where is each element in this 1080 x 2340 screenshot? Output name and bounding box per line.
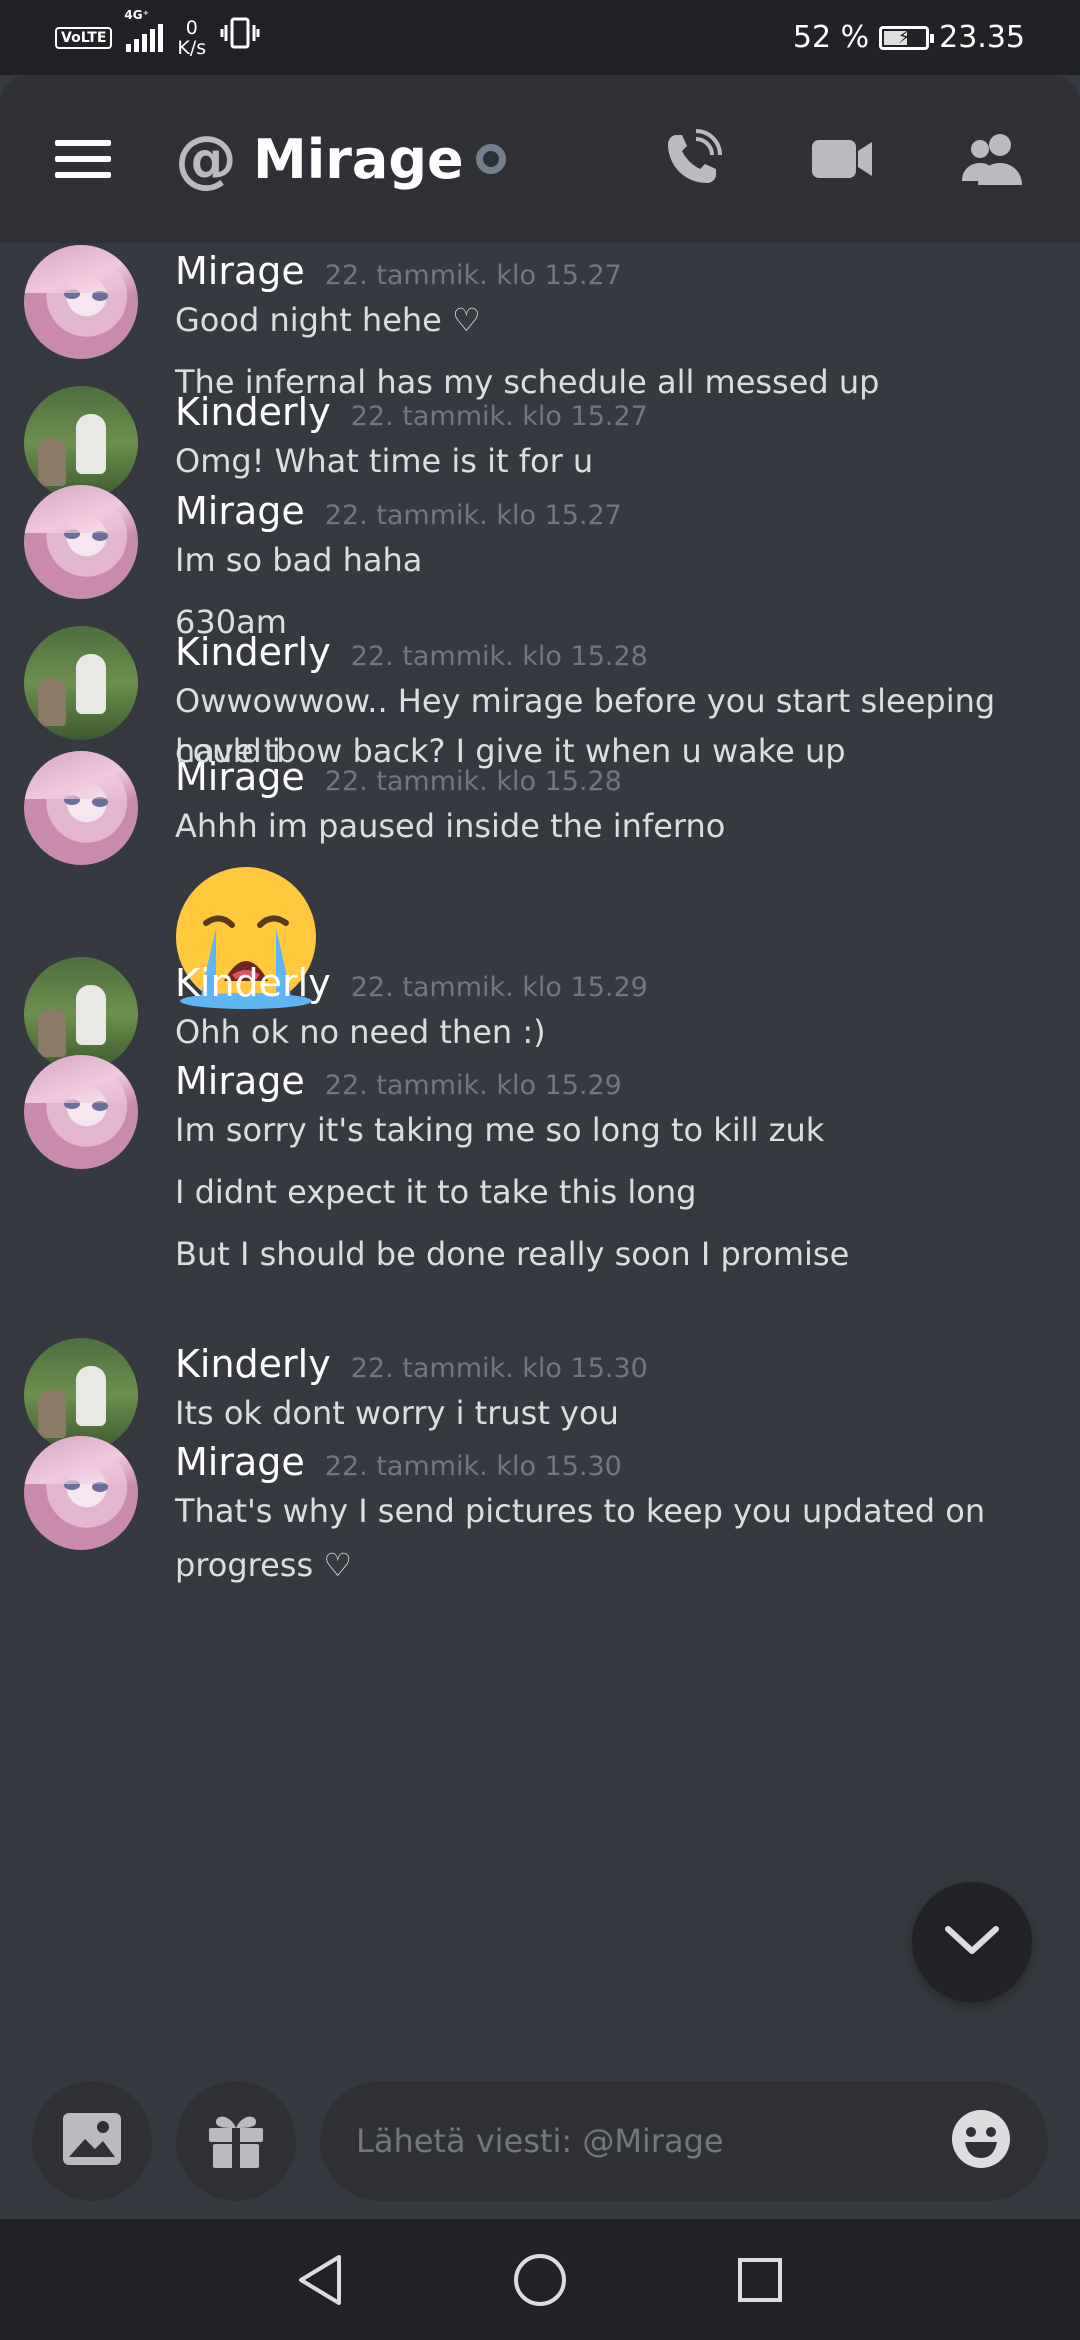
avatar[interactable] xyxy=(24,245,138,359)
battery-icon: ⚡ xyxy=(879,25,935,50)
avatar[interactable] xyxy=(24,626,138,740)
message-timestamp: 22. tammik. klo 15.28 xyxy=(324,766,622,797)
message-author[interactable]: Mirage xyxy=(175,249,305,293)
avatar[interactable] xyxy=(24,1338,138,1452)
message-text[interactable]: Im sorry it's taking me so long to kill … xyxy=(175,1105,1055,1155)
message-input[interactable] xyxy=(356,2122,950,2160)
battery-percent: 52 % xyxy=(792,20,870,55)
avatar[interactable] xyxy=(24,957,138,1071)
message-author[interactable]: Kinderly xyxy=(175,630,331,674)
volte-indicator: VoLTE xyxy=(55,26,113,49)
status-bar: VoLTE 4G⁺ 0 K/s 52 % ⚡ 23.35 xyxy=(0,0,1080,75)
avatar[interactable] xyxy=(24,1436,138,1550)
video-icon[interactable] xyxy=(809,126,875,192)
status-dot xyxy=(475,144,506,174)
message-author[interactable]: Kinderly xyxy=(175,961,331,1005)
message-timestamp: 22. tammik. klo 15.27 xyxy=(350,401,648,432)
message-text[interactable]: Good night hehe ♡ xyxy=(175,295,1055,345)
message-meta: Kinderly 22. tammik. klo 15.30 xyxy=(175,1342,648,1386)
signal-icon: 4G⁺ xyxy=(124,8,164,52)
message-text[interactable]: Omg! What time is it for u xyxy=(175,436,1055,486)
message-timestamp: 22. tammik. klo 15.29 xyxy=(324,1070,622,1101)
avatar[interactable] xyxy=(24,751,138,865)
gift-button[interactable] xyxy=(176,2081,296,2201)
message-timestamp: 22. tammik. klo 15.29 xyxy=(350,972,648,1003)
network-type: 4G⁺ xyxy=(124,7,149,22)
menu-icon[interactable] xyxy=(55,140,111,178)
home-icon[interactable] xyxy=(510,2250,570,2310)
message-meta: Kinderly 22. tammik. klo 15.29 xyxy=(175,961,648,1005)
at-icon: @ xyxy=(175,122,237,195)
scroll-to-bottom-button[interactable] xyxy=(912,1882,1032,2002)
members-icon[interactable] xyxy=(959,126,1025,192)
message-meta: Mirage 22. tammik. klo 15.28 xyxy=(175,755,622,799)
message-text[interactable]: Ahhh im paused inside the inferno xyxy=(175,801,1055,851)
image-icon xyxy=(61,2111,123,2171)
message-timestamp: 22. tammik. klo 15.27 xyxy=(324,500,622,531)
message-timestamp: 22. tammik. klo 15.27 xyxy=(324,260,622,291)
message-author[interactable]: Mirage xyxy=(175,489,305,533)
vibrate-icon xyxy=(220,15,260,60)
message-author[interactable]: Mirage xyxy=(175,755,305,799)
message-text[interactable]: progress ♡ xyxy=(175,1540,1055,1590)
attach-image-button[interactable] xyxy=(32,2081,152,2201)
message-composer xyxy=(0,2063,1080,2219)
network-speed: 0 K/s xyxy=(177,18,206,58)
header-actions xyxy=(659,126,1025,192)
message-meta: Kinderly 22. tammik. klo 15.27 xyxy=(175,390,648,434)
avatar[interactable] xyxy=(24,1055,138,1169)
message-author[interactable]: Mirage xyxy=(175,1059,305,1103)
system-navigation-bar xyxy=(0,2219,1080,2340)
gift-icon xyxy=(205,2108,267,2174)
message-text[interactable]: That's why I send pictures to keep you u… xyxy=(175,1486,1055,1536)
message-meta: Mirage 22. tammik. klo 15.29 xyxy=(175,1059,622,1103)
avatar[interactable] xyxy=(24,485,138,599)
network-speed-unit: K/s xyxy=(177,36,207,59)
chevron-down-icon xyxy=(944,1923,1000,1961)
message-meta: Mirage 22. tammik. klo 15.27 xyxy=(175,489,622,533)
message-text[interactable]: But I should be done really soon I promi… xyxy=(175,1229,1055,1279)
message-author[interactable]: Kinderly xyxy=(175,390,331,434)
message-author[interactable]: Mirage xyxy=(175,1440,305,1484)
status-right: 52 % ⚡ 23.35 xyxy=(793,20,1025,55)
message-timestamp: 22. tammik. klo 15.30 xyxy=(350,1353,648,1384)
channel-header: @ Mirage xyxy=(0,75,1080,243)
message-text[interactable]: Ohh ok no need then :) xyxy=(175,1007,1055,1057)
message-meta: Mirage 22. tammik. klo 15.27 xyxy=(175,249,622,293)
emoji-icon[interactable] xyxy=(950,2108,1012,2174)
message-list[interactable]: Mirage 22. tammik. klo 15.27 Good night … xyxy=(0,243,1080,2063)
back-icon[interactable] xyxy=(290,2250,350,2310)
network-speed-value: 0 xyxy=(185,16,198,39)
avatar[interactable] xyxy=(24,386,138,500)
clock: 23.35 xyxy=(939,20,1025,55)
message-meta: Mirage 22. tammik. klo 15.30 xyxy=(175,1440,622,1484)
message-input-container xyxy=(320,2081,1048,2201)
message-text[interactable]: Im so bad haha xyxy=(175,535,1055,585)
channel-name[interactable]: Mirage xyxy=(253,128,464,191)
message-text[interactable]: Its ok dont worry i trust you xyxy=(175,1388,1055,1438)
message-meta: Kinderly 22. tammik. klo 15.28 xyxy=(175,630,648,674)
call-icon[interactable] xyxy=(659,126,725,192)
recents-icon[interactable] xyxy=(730,2250,790,2310)
message-timestamp: 22. tammik. klo 15.28 xyxy=(350,641,648,672)
message-author[interactable]: Kinderly xyxy=(175,1342,331,1386)
message-timestamp: 22. tammik. klo 15.30 xyxy=(324,1451,622,1482)
message-text[interactable]: I didnt expect it to take this long xyxy=(175,1167,1055,1217)
status-left: VoLTE 4G⁺ 0 K/s xyxy=(55,8,260,60)
